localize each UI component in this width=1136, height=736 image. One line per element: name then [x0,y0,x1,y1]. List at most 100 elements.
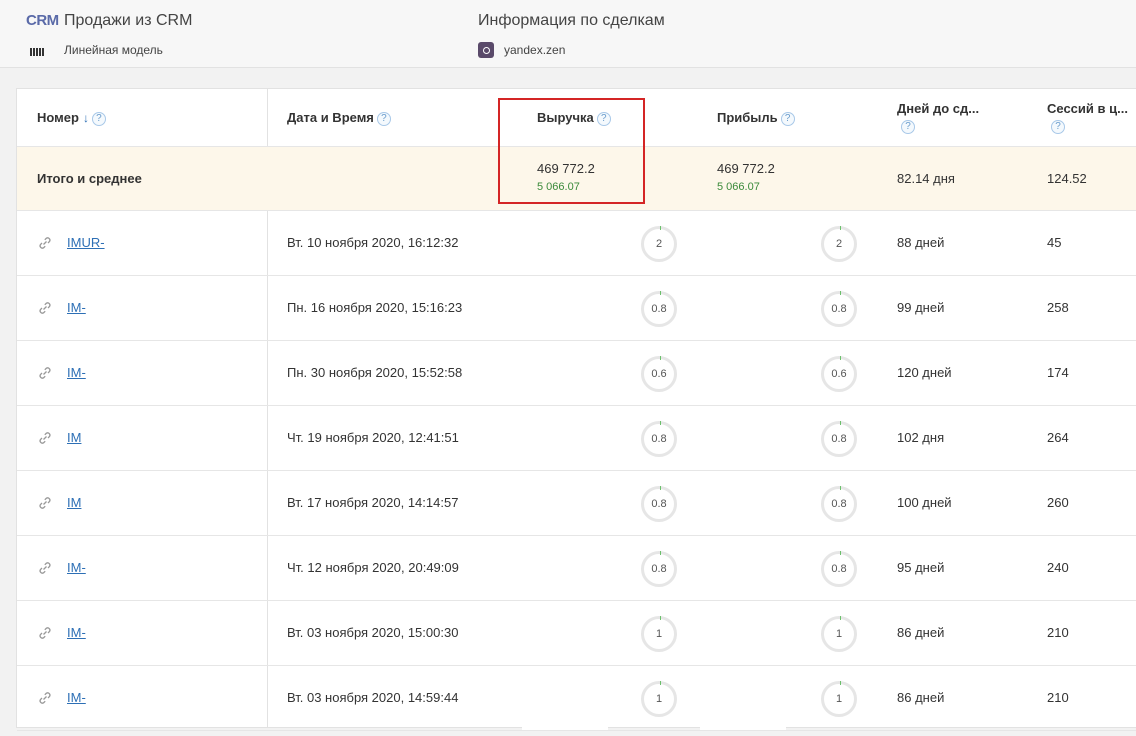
link-icon[interactable] [37,690,53,706]
help-icon[interactable]: ? [780,111,795,126]
row-datetime: Вт. 03 ноября 2020, 14:59:44 [287,690,459,705]
barcode-icon [30,48,46,56]
row-days: 120 дней [897,365,952,380]
sort-down-icon[interactable]: ↓ [83,111,89,125]
source-label[interactable]: yandex.zen [504,43,565,57]
profit-ring: 0.6 [821,356,857,392]
row-days: 95 дней [897,560,945,575]
column-header-datetime[interactable]: Дата и Время? [287,110,391,126]
order-link[interactable]: IM- [67,625,86,640]
row-sessions: 210 [1047,690,1069,705]
help-icon[interactable]: ? [91,111,106,126]
link-icon[interactable] [37,365,53,381]
help-icon[interactable]: ? [376,111,391,126]
revenue-ring: 1 [641,681,677,717]
table-row[interactable]: IM- Пн. 30 ноября 2020, 15:52:58 0.6 0.6 120… [17,341,1136,406]
revenue-ring: 0.6 [641,356,677,392]
profit-ring: 1 [821,681,857,717]
help-icon[interactable]: ? [901,120,915,134]
profit-ring: 0.8 [821,486,857,522]
row-sessions: 210 [1047,625,1069,640]
totals-profit: 469 772.2 [717,161,775,176]
link-icon[interactable] [37,495,53,511]
info-title: Информация по сделкам [478,12,665,29]
profit-ring: 0.8 [821,291,857,327]
column-header-days-label: Дней до сд... [897,101,980,116]
row-divider [17,665,1136,666]
link-icon[interactable] [37,625,53,641]
table-row[interactable]: IMUR- Вт. 10 ноября 2020, 16:12:32 2 2 88 дн… [17,211,1136,276]
row-datetime: Чт. 19 ноября 2020, 12:41:51 [287,430,459,445]
column-header-days[interactable]: Дней до сд... ? [897,101,979,134]
column-header-number[interactable]: Номер ↓? [37,110,106,126]
totals-days: 82.14 дня [897,171,955,186]
row-days: 99 дней [897,300,945,315]
row-datetime: Чт. 12 ноября 2020, 20:49:09 [287,560,459,575]
row-days: 86 дней [897,690,945,705]
order-link[interactable]: IM- [67,300,86,315]
row-days: 100 дней [897,495,952,510]
row-divider [17,470,1136,471]
row-divider [17,600,1136,601]
order-link[interactable]: IM- [67,690,86,705]
row-sessions: 45 [1047,235,1062,250]
row-datetime: Пн. 16 ноября 2020, 15:16:23 [287,300,463,315]
row-sessions: 174 [1047,365,1069,380]
row-divider [17,210,1136,211]
revenue-ring: 0.8 [641,486,677,522]
row-datetime: Вт. 03 ноября 2020, 15:00:30 [287,625,459,640]
table-row[interactable]: IM Чт. 19 ноября 2020, 12:41:51 0.8 0.8 102 … [17,406,1136,471]
table-row[interactable]: IM- Вт. 03 ноября 2020, 14:59:44 1 1 86 дней… [17,666,1136,731]
row-sessions: 260 [1047,495,1069,510]
row-datetime: Вт. 17 ноября 2020, 14:14:57 [287,495,459,510]
revenue-ring: 0.8 [641,291,677,327]
link-icon[interactable] [37,300,53,316]
report-title: Продажи из CRM [64,12,193,29]
column-header-profit-label: Прибыль [717,110,778,125]
profit-ring: 0.8 [821,551,857,587]
column-header-datetime-label: Дата и Время [287,110,374,125]
order-link[interactable]: IM [67,495,81,510]
table-row[interactable]: IM- Вт. 03 ноября 2020, 15:00:30 1 1 86 дней… [17,601,1136,666]
table-row[interactable]: IM- Пн. 16 ноября 2020, 15:16:23 0.8 0.8 99 … [17,276,1136,341]
profit-ring: 2 [821,226,857,262]
order-link[interactable]: IMUR- [67,235,105,250]
row-datetime: Пн. 30 ноября 2020, 15:52:58 [287,365,463,380]
row-days: 86 дней [897,625,945,640]
attribution-model[interactable]: Линейная модель [64,43,163,57]
column-header-sessions[interactable]: Сессий в ц... ? [1047,101,1128,134]
revenue-highlight-box [498,98,645,204]
crm-logo: CRM [26,12,59,29]
order-link[interactable]: IM [67,430,81,445]
row-days: 88 дней [897,235,945,250]
column-header-profit[interactable]: Прибыль? [717,110,795,126]
column-header-sessions-label: Сессий в ц... [1047,101,1128,116]
totals-profit-avg: 5 066.07 [717,181,760,193]
link-icon[interactable] [37,560,53,576]
totals-label: Итого и среднее [37,171,142,186]
row-sessions: 240 [1047,560,1069,575]
revenue-ring: 1 [641,616,677,652]
row-divider [17,275,1136,276]
revenue-ring: 0.8 [641,421,677,457]
help-icon[interactable]: ? [1051,120,1065,134]
revenue-ring: 0.8 [641,551,677,587]
table-row[interactable]: IM- Чт. 12 ноября 2020, 20:49:09 0.8 0.8 95 … [17,536,1136,601]
top-bar: CRM Продажи из CRM Линейная модель Инфор… [0,0,1136,68]
profit-ring: 0.8 [821,421,857,457]
order-link[interactable]: IM- [67,365,86,380]
link-icon[interactable] [37,430,53,446]
profit-ring: 1 [821,616,857,652]
row-divider [17,730,1136,731]
row-days: 102 дня [897,430,945,445]
row-divider [17,535,1136,536]
order-link[interactable]: IM- [67,560,86,575]
source-icon [478,42,494,58]
table-row[interactable]: IM Вт. 17 ноября 2020, 14:14:57 0.8 0.8 100 … [17,471,1136,536]
link-icon[interactable] [37,235,53,251]
row-datetime: Вт. 10 ноября 2020, 16:12:32 [287,235,459,250]
column-header-number-label: Номер [37,110,79,125]
totals-sessions: 124.52 [1047,171,1087,186]
row-divider [17,340,1136,341]
row-divider [17,405,1136,406]
